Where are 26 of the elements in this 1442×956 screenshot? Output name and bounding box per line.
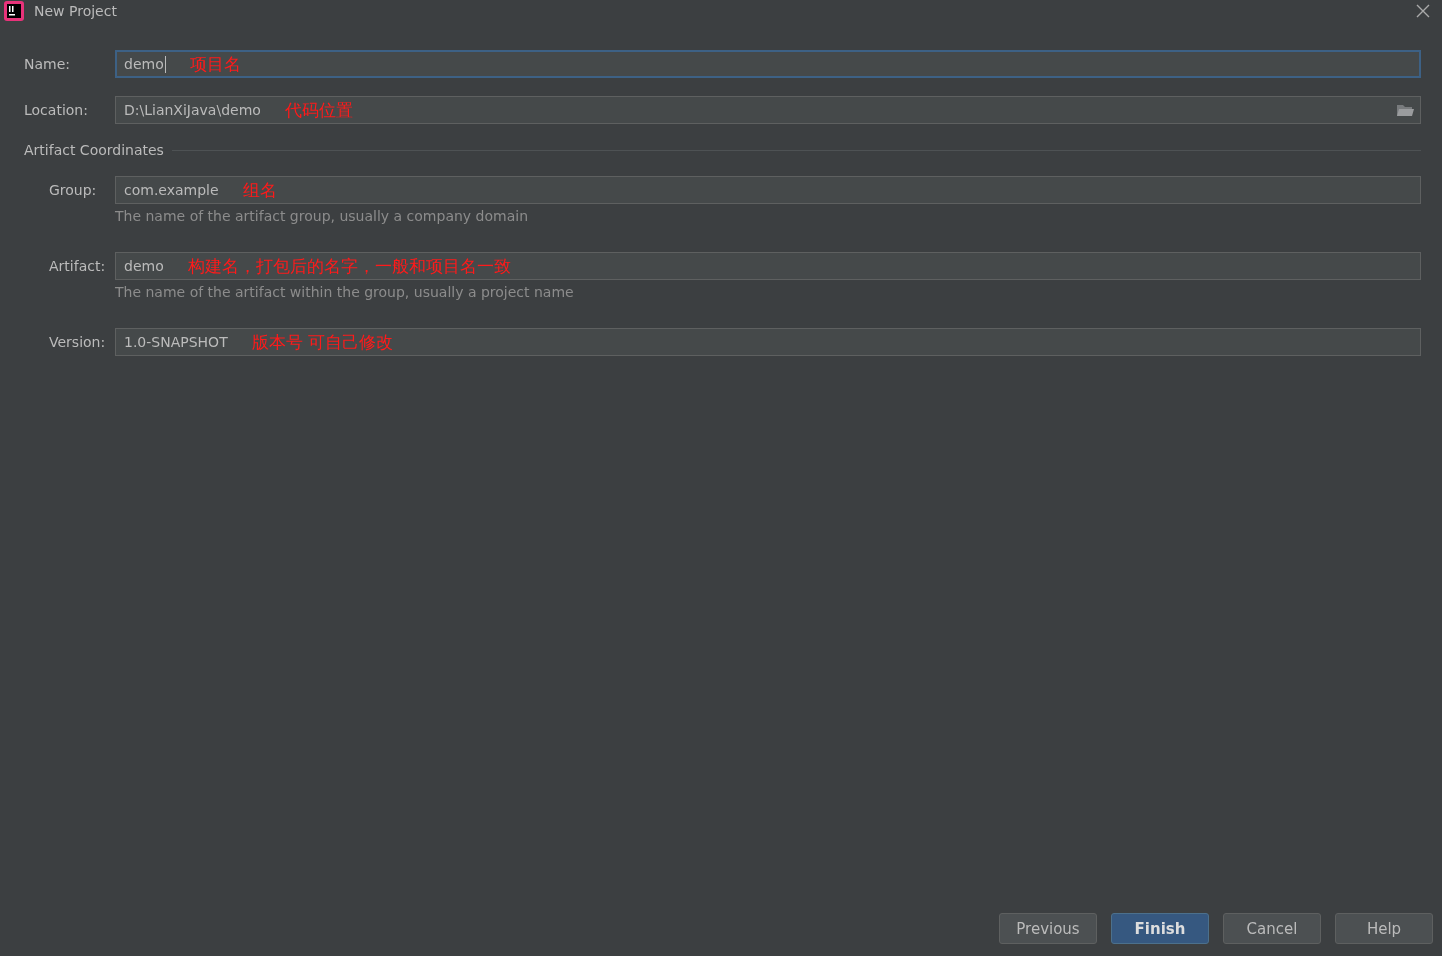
section-title: Artifact Coordinates [24, 142, 164, 158]
annotation-text: 组名 [242, 178, 277, 202]
folder-icon[interactable] [1396, 103, 1414, 117]
close-icon[interactable] [1416, 4, 1430, 18]
hint-text: The name of the artifact within the group, usually a project name [115, 284, 575, 302]
field-label: Group: [48, 182, 98, 198]
app-icon [4, 1, 24, 21]
annotation-text: 版本号 可自己修改 [251, 330, 394, 354]
field-label: Location: [24, 102, 89, 118]
text-field[interactable]: D:\LianXiJava\demo 代码位置 [115, 96, 1421, 124]
hint-text: The name of the artifact group, usually a company domain [115, 208, 529, 226]
text-field[interactable]: demo 构建名，打包后的名字，一般和项目名一致 [115, 252, 1421, 280]
field-label: Version: [48, 334, 107, 350]
text-field[interactable]: com.example 组名 [115, 176, 1421, 204]
field-label: Artifact: [48, 258, 107, 274]
annotation-text: 代码位置 [284, 98, 353, 122]
field-label: Name: [24, 56, 72, 72]
text-field[interactable]: 1.0-SNAPSHOT 版本号 可自己修改 [115, 328, 1421, 356]
finish-button[interactable]: Finish [1111, 913, 1209, 944]
annotation-text: 项目名 [189, 52, 241, 76]
dialog-button[interactable]: Cancel [1223, 913, 1321, 944]
annotation-text: 构建名，打包后的名字，一般和项目名一致 [187, 254, 511, 278]
window-title: New Project [34, 3, 117, 19]
dialog-button[interactable]: Previous [999, 913, 1097, 944]
dialog-button[interactable]: Help [1335, 913, 1433, 944]
text-field[interactable]: demo 项目名 [115, 50, 1421, 78]
